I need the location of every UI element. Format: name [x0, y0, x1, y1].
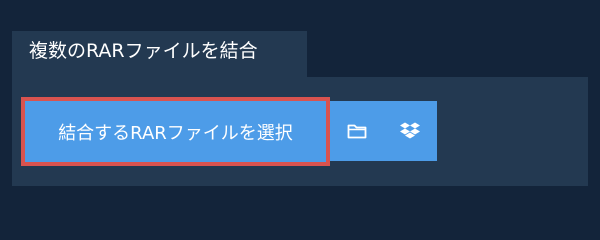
- tool-tab: 複数のRARファイルを結合: [12, 31, 307, 77]
- select-rar-files-label: 結合するRARファイルを選択: [58, 122, 293, 144]
- choose-from-device-button[interactable]: [330, 101, 383, 161]
- folder-icon: [347, 123, 367, 139]
- dropbox-icon: [400, 122, 420, 140]
- choose-from-dropbox-button[interactable]: [383, 101, 437, 161]
- tab-title: 複数のRARファイルを結合: [29, 40, 258, 62]
- select-rar-files-button[interactable]: 結合するRARファイルを選択: [21, 97, 330, 166]
- upload-button-group: 結合するRARファイルを選択: [21, 97, 437, 166]
